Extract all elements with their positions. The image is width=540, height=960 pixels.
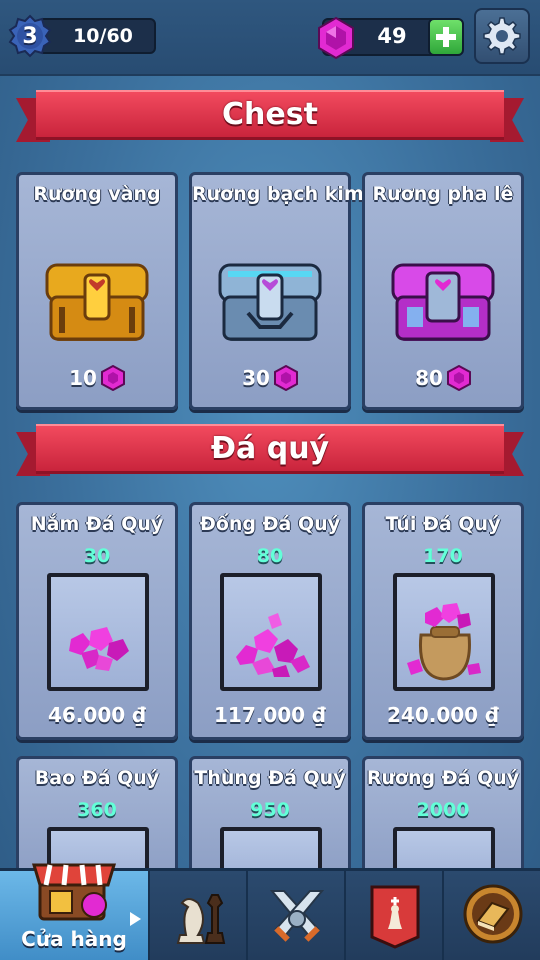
gem-pack-frame <box>393 573 495 691</box>
level-number: 3 <box>22 23 38 49</box>
nav-collection[interactable] <box>150 871 248 960</box>
bottom-navigation: Cửa hàng <box>0 863 540 960</box>
gem-icon <box>100 365 125 391</box>
gem-pack-amount: 80 <box>256 545 284 567</box>
gem-pack-name: Đống Đá Quý <box>199 513 341 535</box>
top-bar: 3 10/60 49 <box>0 0 540 76</box>
gem-pack-frame <box>47 573 149 691</box>
settings-button[interactable] <box>474 8 530 64</box>
chest-price: 80 <box>365 365 521 391</box>
gem-pack-card-chest[interactable]: Rương Đá Quý 2000 <box>362 756 524 887</box>
gem-sack-icon <box>407 603 481 681</box>
section-title: Đá quý <box>210 431 330 466</box>
gem-pack-price: 240.000 ₫ <box>387 703 499 727</box>
shop-icon <box>31 863 117 921</box>
gem-pack-name: Nắm Đá Quý <box>30 513 164 535</box>
ribbon: Chest <box>36 90 504 140</box>
crystal-chest-icon <box>391 263 495 341</box>
chest-price: 30 <box>192 365 348 391</box>
gem-pack-amount: 950 <box>250 799 290 821</box>
gem-icon <box>446 365 471 391</box>
gold-chest-icon <box>45 263 149 341</box>
chest-name: Rương vàng <box>33 183 161 205</box>
gem-pack-card-handful[interactable]: Nắm Đá Quý 30 46.000 ₫ <box>16 502 178 740</box>
gem-pack-price: 46.000 ₫ <box>47 703 147 727</box>
chest-section-banner: Chest <box>16 84 524 144</box>
gem-pack-card-sack[interactable]: Túi Đá Quý 170 240.000 ₫ <box>362 502 524 740</box>
chest-card-crystal[interactable]: Rương pha lê 80 <box>362 172 524 410</box>
gem-pack-name: Rương Đá Quý <box>366 767 520 789</box>
xp-progress: 10/60 <box>38 18 156 54</box>
plus-icon <box>436 27 456 47</box>
gem-pack-price: 117.000 ₫ <box>214 703 326 727</box>
gem-pile-icon <box>236 613 310 677</box>
gem-pack-amount: 360 <box>77 799 117 821</box>
crossed-swords-icon <box>269 890 325 942</box>
gem-handful-icon <box>69 627 129 671</box>
chess-pieces-icon <box>176 894 226 944</box>
gem-pack-frame <box>220 573 322 691</box>
buy-gems-button[interactable] <box>428 18 464 56</box>
king-banner-icon <box>370 885 420 949</box>
chest-card-platinum[interactable]: Rương bạch kim 30 <box>189 172 364 410</box>
price-value: 10 <box>69 366 97 390</box>
nav-shop[interactable]: Cửa hàng <box>0 863 150 960</box>
gem-pack-amount: 30 <box>83 545 111 567</box>
gem-icon <box>273 365 298 391</box>
gem-pack-amount: 170 <box>423 545 463 567</box>
gear-icon <box>483 17 521 55</box>
nav-battle[interactable] <box>248 871 346 960</box>
gem-pack-name: Bao Đá Quý <box>34 767 160 789</box>
chest-name: Rương pha lê <box>372 183 514 205</box>
gem-icon <box>318 16 354 60</box>
ribbon: Đá quý <box>36 424 504 474</box>
gem-pack-amount: 2000 <box>416 799 470 821</box>
section-title: Chest <box>222 97 318 132</box>
gem-pack-card-pile[interactable]: Đống Đá Quý 80 117.000 ₫ <box>189 502 351 740</box>
chest-name: Rương bạch kim <box>192 183 364 205</box>
gem-pack-card-crate[interactable]: Thùng Đá Quý 950 <box>189 756 351 887</box>
nav-events[interactable] <box>444 871 540 960</box>
gem-pack-name: Túi Đá Quý <box>385 513 501 535</box>
nav-shop-label: Cửa hàng <box>21 927 127 951</box>
gems-section-banner: Đá quý <box>16 418 524 478</box>
gem-count: 49 <box>377 24 407 48</box>
nav-clan[interactable] <box>346 871 444 960</box>
price-value: 30 <box>242 366 270 390</box>
book-icon <box>463 884 523 944</box>
platinum-chest-icon <box>218 263 322 341</box>
chest-price: 10 <box>19 365 175 391</box>
play-arrow-icon <box>130 912 141 926</box>
chest-card-gold[interactable]: Rương vàng 10 <box>16 172 178 410</box>
price-value: 80 <box>415 366 443 390</box>
gem-pack-name: Thùng Đá Quý <box>194 767 346 789</box>
level-badge[interactable]: 3 <box>8 14 52 58</box>
